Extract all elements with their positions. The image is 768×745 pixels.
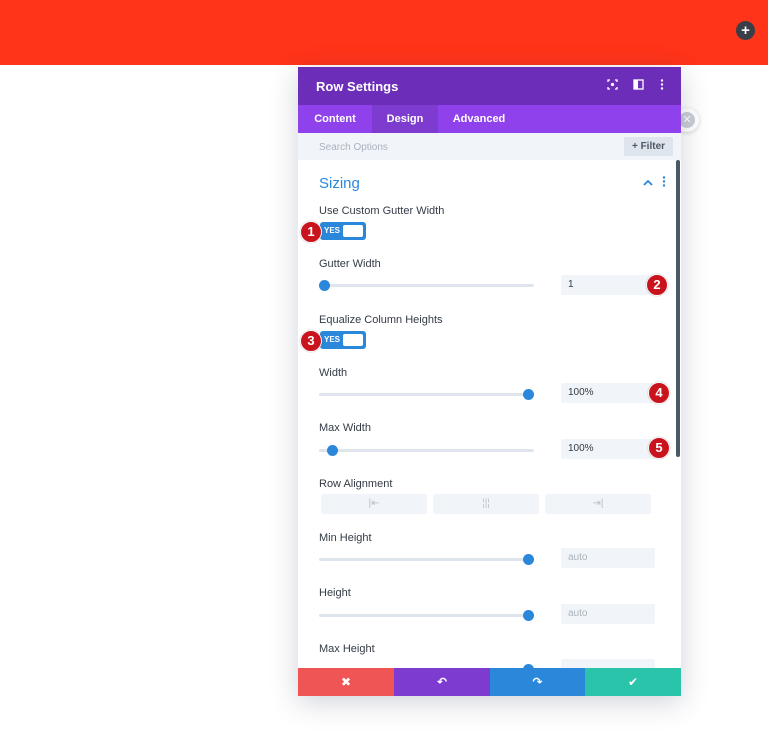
close-icon: ✕ <box>679 112 695 128</box>
plus-icon: + <box>631 141 638 152</box>
search-options-bar[interactable]: Search Options + Filter <box>298 133 681 160</box>
annotation-badge-2: 2 <box>646 274 668 296</box>
redo-button[interactable]: ↷ <box>490 668 585 696</box>
row-settings-modal: Row Settings Content Design Advanced Sea… <box>298 67 681 696</box>
redo-icon: ↷ <box>532 675 543 689</box>
min-height-slider-handle[interactable] <box>523 554 534 565</box>
max-width-input[interactable]: 100% <box>561 439 655 459</box>
align-left-icon: |⇤ <box>368 498 380 509</box>
focus-icon[interactable] <box>605 79 619 93</box>
save-button[interactable]: ✔ <box>585 668 681 696</box>
max-height-label: Max Height <box>319 643 375 655</box>
align-center-button[interactable]: ¦|¦ <box>433 494 539 514</box>
undo-icon: ↶ <box>436 675 448 689</box>
filter-label: Filter <box>640 141 666 152</box>
height-input[interactable]: auto <box>561 604 655 624</box>
width-slider-handle[interactable] <box>523 389 534 400</box>
search-input[interactable]: Search Options <box>319 142 388 153</box>
filter-button[interactable]: + Filter <box>624 137 673 156</box>
annotation-badge-3: 3 <box>300 330 322 352</box>
check-icon: ✔ <box>627 675 639 689</box>
custom-gutter-label: Use Custom Gutter Width <box>319 205 445 217</box>
annotation-badge-4: 4 <box>648 382 670 404</box>
modal-title: Row Settings <box>316 79 399 94</box>
gutter-width-label: Gutter Width <box>319 258 381 270</box>
plus-icon[interactable]: + <box>736 21 755 40</box>
align-right-icon: ⇥| <box>592 498 604 509</box>
max-width-slider-handle[interactable] <box>327 445 338 456</box>
align-center-icon: ¦|¦ <box>482 498 490 509</box>
height-slider-track[interactable] <box>319 610 534 621</box>
more-icon[interactable] <box>655 79 669 93</box>
height-label: Height <box>319 587 351 599</box>
tab-design[interactable]: Design <box>372 105 438 133</box>
align-right-button[interactable]: ⇥| <box>545 494 651 514</box>
toggle-knob <box>343 334 363 346</box>
equalize-toggle[interactable]: YES <box>320 331 366 349</box>
toggle-yes-label: YES <box>324 335 341 344</box>
equalize-label: Equalize Column Heights <box>319 314 443 326</box>
custom-gutter-toggle[interactable]: YES <box>320 222 366 240</box>
top-bar: + <box>0 0 768 65</box>
split-icon[interactable] <box>631 79 645 93</box>
min-height-input[interactable]: auto <box>561 548 655 568</box>
width-label: Width <box>319 367 348 379</box>
max-width-label: Max Width <box>319 422 371 434</box>
annotation-badge-1: 1 <box>300 221 322 243</box>
gutter-width-input[interactable]: 1 <box>561 275 655 295</box>
min-height-slider-track[interactable] <box>319 554 534 565</box>
height-slider-handle[interactable] <box>523 610 534 621</box>
cancel-button[interactable]: ✖ <box>298 668 394 696</box>
tab-content[interactable]: Content <box>298 105 372 133</box>
max-width-slider-track[interactable] <box>319 445 534 456</box>
gutter-width-slider-handle[interactable] <box>319 280 330 291</box>
close-icon: ✖ <box>340 675 352 689</box>
toggle-knob <box>343 225 363 237</box>
min-height-label: Min Height <box>319 532 372 544</box>
modal-footer: ✖ ↶ ↷ ✔ <box>298 668 681 696</box>
annotation-badge-5: 5 <box>648 437 670 459</box>
gutter-width-slider-track[interactable] <box>319 280 534 291</box>
scrollbar[interactable] <box>676 160 680 457</box>
modal-header[interactable]: Row Settings <box>298 67 681 105</box>
width-slider-track[interactable] <box>319 389 534 400</box>
toggle-yes-label: YES <box>324 226 341 235</box>
align-left-button[interactable]: |⇤ <box>321 494 427 514</box>
tab-bar: Content Design Advanced <box>298 105 681 133</box>
row-alignment-label: Row Alignment <box>319 478 393 490</box>
tab-advanced[interactable]: Advanced <box>438 105 520 133</box>
section-title[interactable]: Sizing <box>319 175 360 192</box>
undo-button[interactable]: ↶ <box>394 668 490 696</box>
chevron-up-icon[interactable] <box>643 177 653 189</box>
width-input[interactable]: 100% <box>561 383 655 403</box>
more-icon[interactable] <box>662 176 666 190</box>
